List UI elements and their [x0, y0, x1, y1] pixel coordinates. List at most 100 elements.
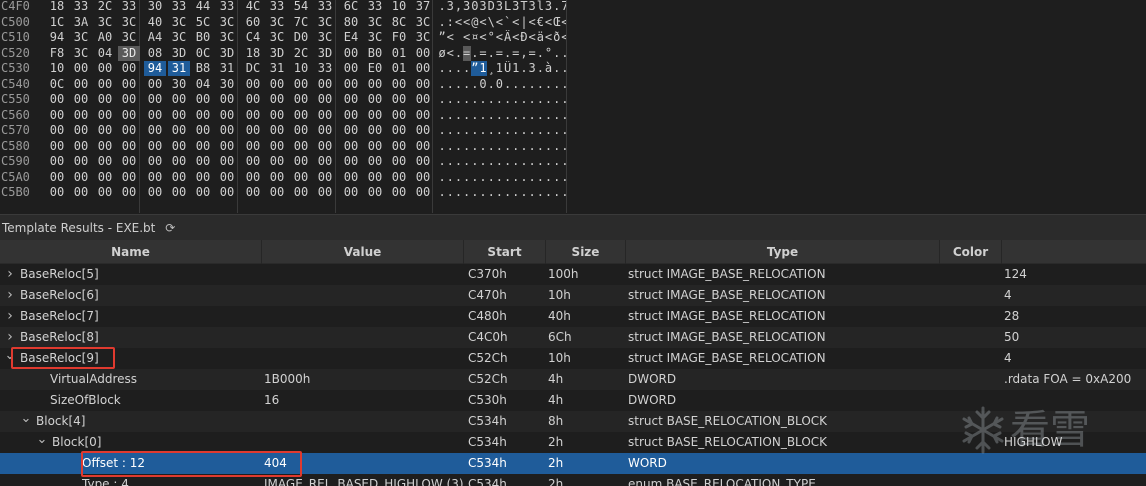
hex-byte[interactable]: 00: [290, 92, 312, 107]
hex-byte[interactable]: 00: [314, 154, 336, 169]
hex-byte[interactable]: 00: [290, 123, 312, 138]
table-row[interactable]: ⌄ Block[4] C534h 8h struct BASE_RELOCATION_B…: [0, 411, 1146, 432]
hex-byte[interactable]: 00: [364, 139, 386, 154]
row-value-cell[interactable]: [264, 285, 464, 306]
hex-byte[interactable]: 00: [46, 154, 68, 169]
hex-byte[interactable]: 00: [364, 92, 386, 107]
hex-byte[interactable]: 00: [144, 170, 166, 185]
hex-byte[interactable]: 00: [412, 154, 434, 169]
hex-byte[interactable]: 4C: [242, 0, 264, 14]
row-value-cell[interactable]: [264, 348, 464, 369]
hex-byte[interactable]: D0: [290, 30, 312, 45]
row-name-cell[interactable]: ⌄ Block[4]: [0, 411, 262, 432]
hex-byte[interactable]: 30: [216, 77, 238, 92]
hex-byte[interactable]: E4: [340, 30, 362, 45]
hex-byte[interactable]: 00: [290, 170, 312, 185]
hex-byte[interactable]: 00: [118, 92, 140, 107]
hex-byte[interactable]: 7C: [290, 15, 312, 30]
hex-byte[interactable]: B0: [364, 46, 386, 61]
hex-byte[interactable]: 37: [412, 0, 434, 14]
hex-byte[interactable]: 00: [412, 61, 434, 76]
row-name-cell[interactable]: › BaseReloc[6]: [0, 285, 262, 306]
hex-byte[interactable]: 3C: [412, 30, 434, 45]
hex-byte[interactable]: 00: [340, 139, 362, 154]
hex-byte[interactable]: 00: [192, 139, 214, 154]
row-value-cell[interactable]: [264, 306, 464, 327]
hex-byte[interactable]: 00: [412, 123, 434, 138]
hex-byte[interactable]: 00: [144, 108, 166, 123]
table-row[interactable]: Type : 4 IMAGE_REL_BASED_HIGHLOW (3) C534h…: [0, 474, 1146, 486]
hex-byte[interactable]: 00: [242, 170, 264, 185]
hex-byte[interactable]: 00: [290, 108, 312, 123]
hex-byte[interactable]: 44: [192, 0, 214, 14]
hex-byte[interactable]: 00: [94, 170, 116, 185]
hex-byte[interactable]: 00: [364, 123, 386, 138]
hex-byte[interactable]: 00: [314, 77, 336, 92]
hex-byte[interactable]: 00: [216, 154, 238, 169]
hex-byte[interactable]: 00: [412, 170, 434, 185]
hex-byte[interactable]: 00: [340, 77, 362, 92]
hex-byte[interactable]: 31: [216, 61, 238, 76]
hex-byte[interactable]: 00: [192, 170, 214, 185]
hex-byte[interactable]: 33: [266, 0, 288, 14]
hex-byte[interactable]: 00: [340, 123, 362, 138]
chevron-right-icon[interactable]: ›: [4, 327, 16, 348]
hex-byte[interactable]: 00: [364, 170, 386, 185]
hex-byte[interactable]: 10: [46, 61, 68, 76]
hex-byte[interactable]: 00: [118, 77, 140, 92]
hex-byte[interactable]: 1C: [46, 15, 68, 30]
hex-byte[interactable]: 00: [242, 139, 264, 154]
hex-byte[interactable]: 00: [340, 46, 362, 61]
hex-byte[interactable]: 00: [46, 92, 68, 107]
hex-byte[interactable]: 00: [314, 108, 336, 123]
hex-byte[interactable]: 00: [70, 154, 92, 169]
hex-byte[interactable]: 3C: [314, 15, 336, 30]
hex-byte[interactable]: 00: [216, 139, 238, 154]
hex-byte[interactable]: 10: [290, 61, 312, 76]
hex-byte[interactable]: 00: [94, 139, 116, 154]
hex-byte[interactable]: F0: [388, 30, 410, 45]
hex-byte[interactable]: DC: [242, 61, 264, 76]
hex-byte[interactable]: 00: [46, 170, 68, 185]
hex-byte[interactable]: 18: [242, 46, 264, 61]
hex-byte[interactable]: 00: [216, 123, 238, 138]
hex-byte[interactable]: 00: [266, 108, 288, 123]
hex-byte[interactable]: 3C: [94, 15, 116, 30]
hex-byte[interactable]: 00: [242, 154, 264, 169]
hex-byte[interactable]: 00: [168, 170, 190, 185]
row-name-cell[interactable]: ⌄ Block[0]: [0, 432, 262, 453]
hex-byte[interactable]: 00: [266, 123, 288, 138]
hex-byte[interactable]: 3C: [314, 30, 336, 45]
hex-byte[interactable]: 3C: [364, 30, 386, 45]
table-row[interactable]: › BaseReloc[5] C370h 100h struct IMAGE_BASE_…: [0, 264, 1146, 285]
column-header-name[interactable]: Name: [0, 240, 262, 264]
hex-text[interactable]: ................: [438, 139, 566, 154]
hex-byte[interactable]: 00: [168, 108, 190, 123]
table-row[interactable]: ⌄ BaseReloc[9] C52Ch 10h struct IMAGE_BASE_R…: [0, 348, 1146, 369]
hex-text[interactable]: ................: [438, 108, 566, 123]
hex-byte[interactable]: 00: [364, 77, 386, 92]
hex-byte[interactable]: 00: [94, 185, 116, 200]
hex-byte[interactable]: 00: [168, 185, 190, 200]
table-row[interactable]: ⌄ Block[0] C534h 2h struct BASE_RELOCATION_B…: [0, 432, 1146, 453]
hex-byte[interactable]: 00: [46, 185, 68, 200]
row-value-cell[interactable]: 404: [264, 453, 464, 474]
hex-byte[interactable]: 00: [192, 154, 214, 169]
row-value-cell[interactable]: 16: [264, 390, 464, 411]
row-name-cell[interactable]: Type : 4: [0, 474, 262, 486]
hex-byte[interactable]: 00: [388, 139, 410, 154]
row-name-cell[interactable]: Offset : 12: [0, 453, 262, 474]
hex-byte[interactable]: 00: [412, 108, 434, 123]
hex-byte[interactable]: 3A: [70, 15, 92, 30]
hex-byte[interactable]: 30: [168, 77, 190, 92]
table-row[interactable]: VirtualAddress 1B000h C52Ch 4h DWORD .rdata F…: [0, 369, 1146, 390]
hex-byte[interactable]: 00: [388, 170, 410, 185]
hex-byte[interactable]: 00: [216, 108, 238, 123]
hex-byte[interactable]: 00: [144, 123, 166, 138]
table-row[interactable]: Offset : 12 404 C534h 2h WORD: [0, 453, 1146, 474]
hex-byte[interactable]: 00: [314, 139, 336, 154]
hex-byte[interactable]: 00: [94, 108, 116, 123]
hex-byte[interactable]: 00: [242, 92, 264, 107]
hex-byte[interactable]: 00: [388, 77, 410, 92]
hex-byte[interactable]: 00: [144, 139, 166, 154]
